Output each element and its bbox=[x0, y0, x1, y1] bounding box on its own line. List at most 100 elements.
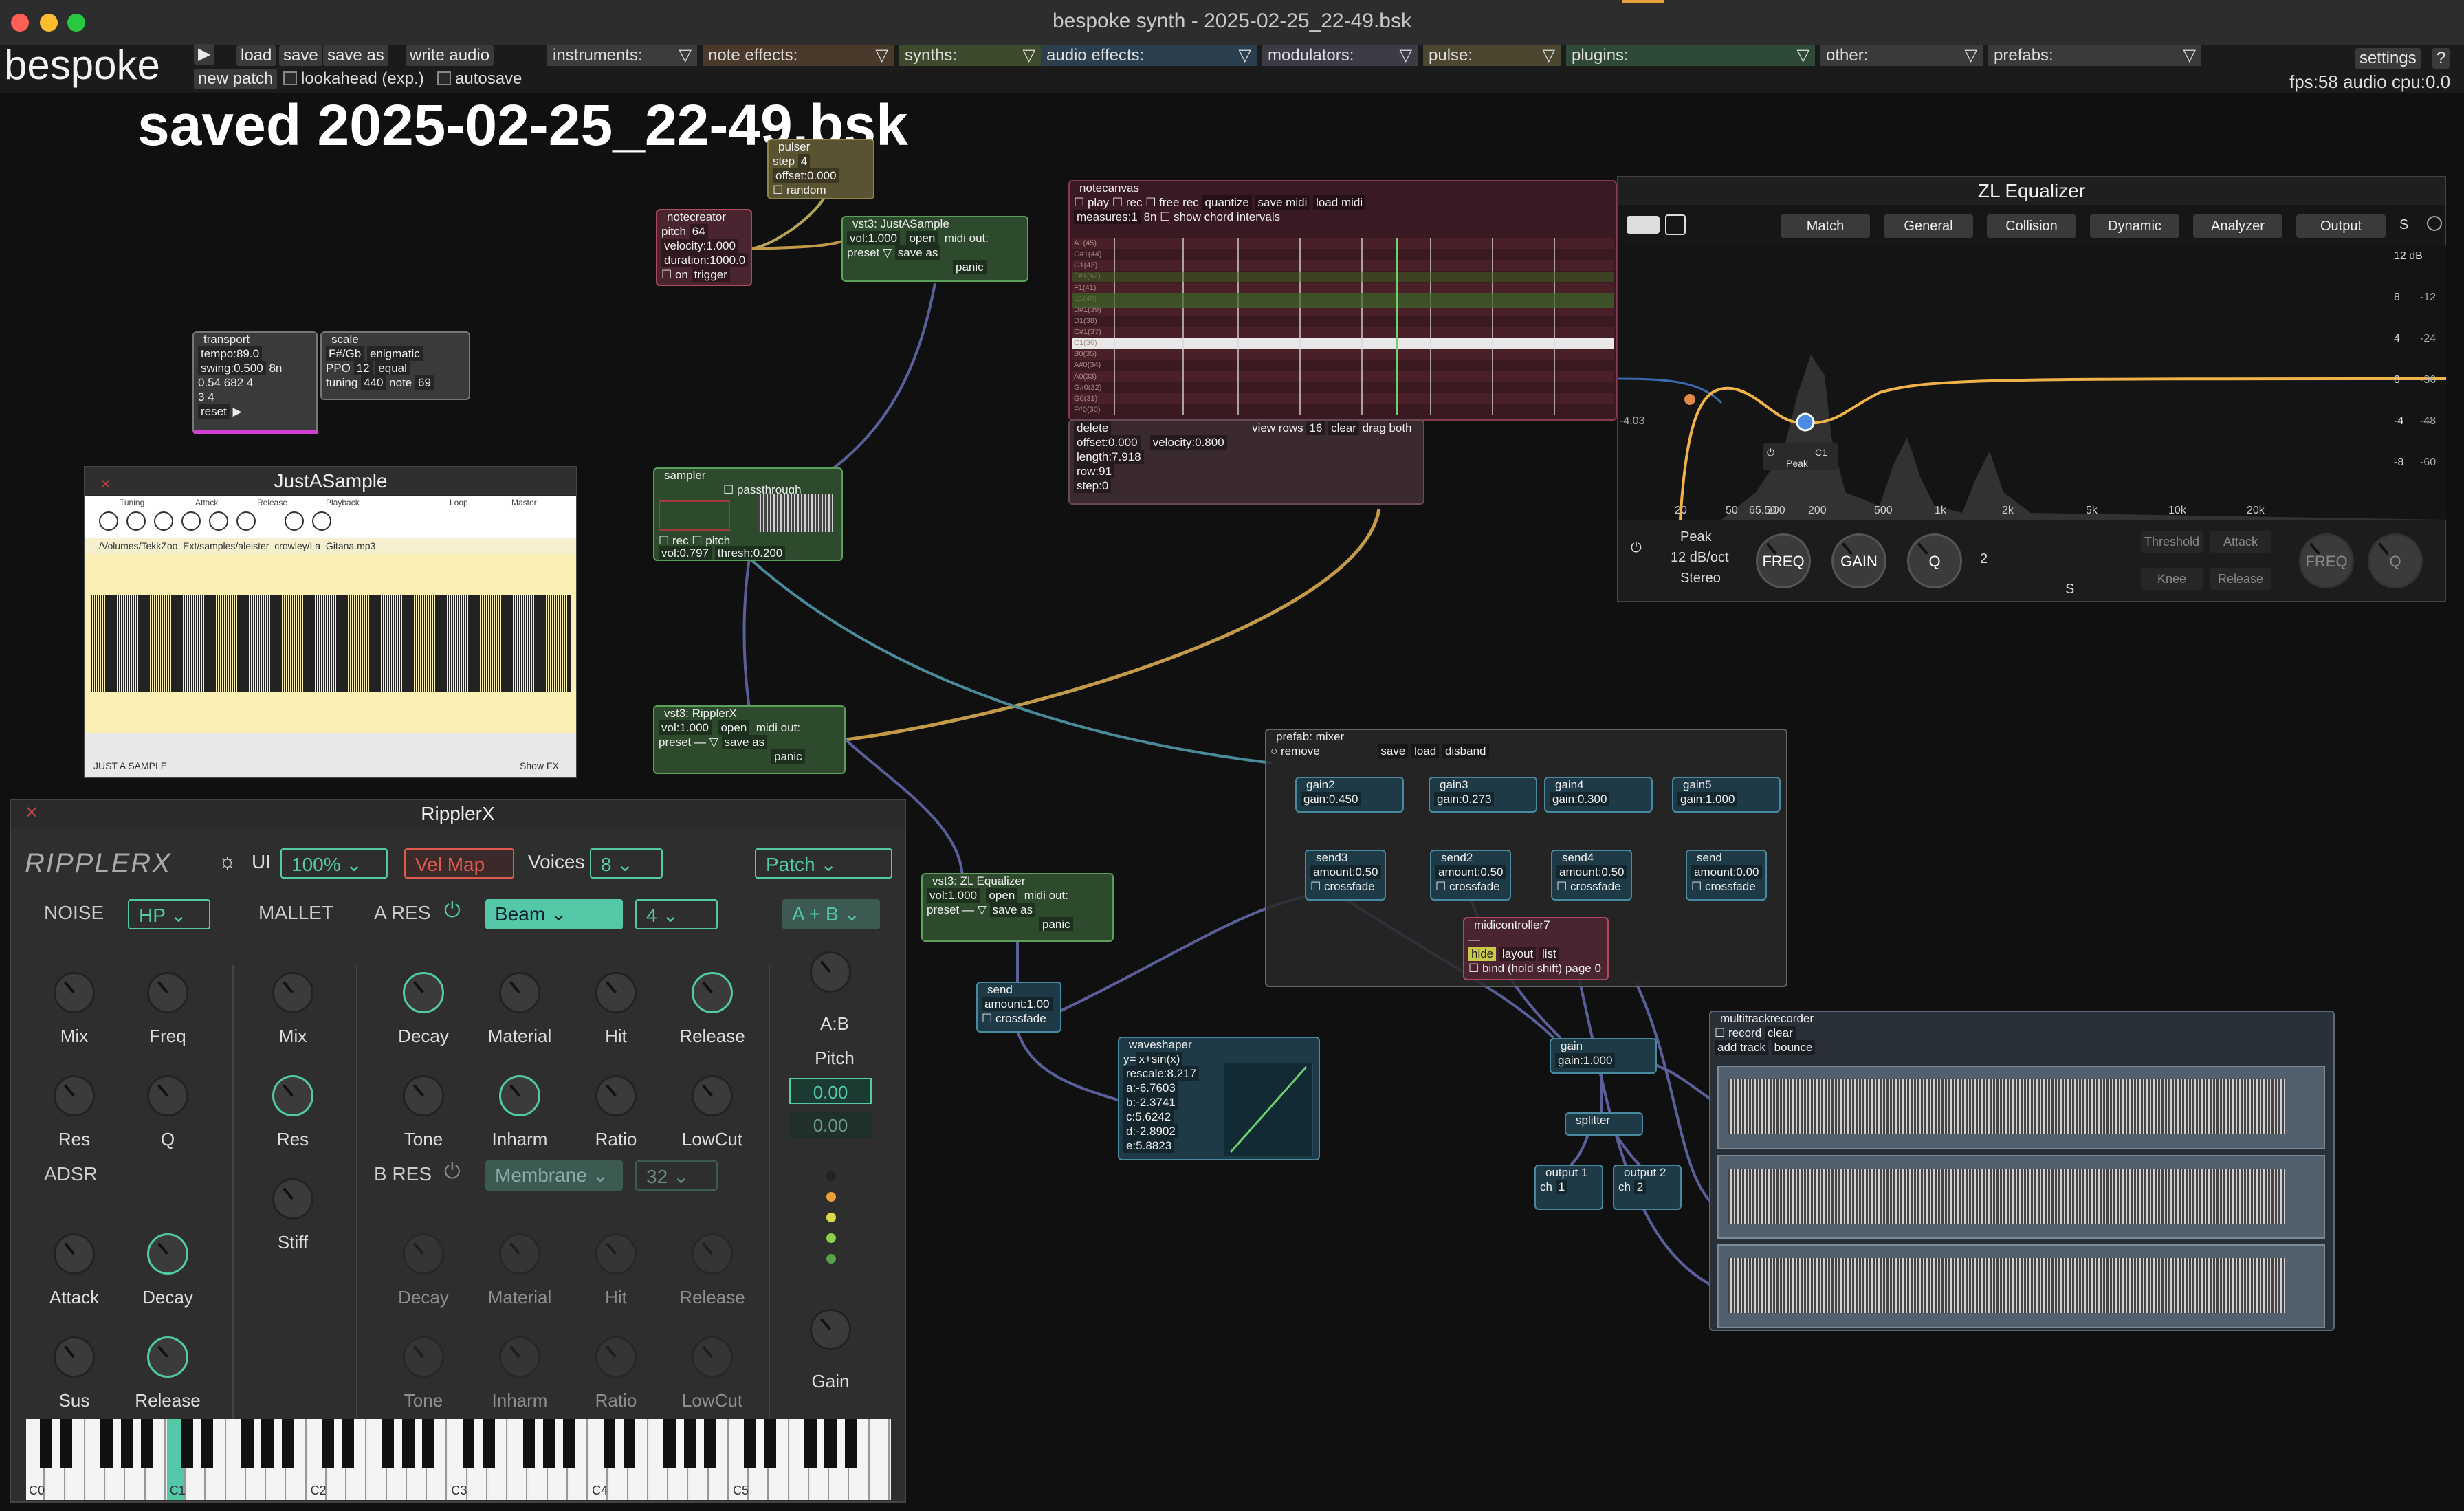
scale-tuning-select[interactable]: equal bbox=[375, 361, 410, 375]
jas-knob[interactable] bbox=[236, 511, 256, 531]
jas-knob[interactable] bbox=[209, 511, 228, 531]
send-module[interactable]: send amount:1.00 ☐ crossfade bbox=[976, 982, 1062, 1033]
mixer-disband-button[interactable]: disband bbox=[1442, 744, 1489, 758]
notecreator-on-checkbox[interactable]: on bbox=[675, 268, 688, 281]
mixer-send-amount-slider[interactable]: amount:0.50 bbox=[1556, 865, 1627, 879]
ripplerx-a-lowcut-knob[interactable] bbox=[692, 1075, 733, 1116]
piano-black-key[interactable] bbox=[483, 1419, 495, 1468]
jas-vol-slider[interactable]: vol:1.000 bbox=[847, 231, 900, 245]
mixer-send-3[interactable]: send4 amount:0.50 ☐ crossfade bbox=[1551, 850, 1632, 901]
ripplerx-noise-q-knob[interactable] bbox=[147, 1075, 188, 1116]
piano-black-key[interactable] bbox=[744, 1419, 756, 1468]
zleq-side-button[interactable]: S bbox=[2065, 582, 2074, 597]
nc-play-checkbox[interactable]: play bbox=[1088, 196, 1109, 209]
jas-midi-out[interactable]: midi out: bbox=[945, 232, 989, 245]
scale-root-select[interactable]: F#/Gb bbox=[326, 346, 364, 361]
nc-note[interactable] bbox=[1072, 293, 1614, 308]
ripplerx-adsr-attack-knob[interactable] bbox=[54, 1233, 95, 1275]
ripplerx-adsr-release-knob[interactable] bbox=[147, 1336, 188, 1378]
sampler-vol-slider[interactable]: vol:0.797 bbox=[659, 546, 712, 560]
ripplerx-b-inharm-knob[interactable] bbox=[499, 1336, 540, 1378]
gain-slider[interactable]: gain:1.000 bbox=[1555, 1053, 1616, 1068]
rx-preset-select[interactable]: — bbox=[694, 736, 706, 749]
jas-knob[interactable] bbox=[182, 511, 201, 531]
ripplerx-noise-mix-knob[interactable] bbox=[54, 972, 95, 1013]
ripplerx-b-ratio-knob[interactable] bbox=[595, 1336, 637, 1378]
ripplerx-pitch-a-field[interactable]: 0.00 bbox=[789, 1078, 872, 1104]
ripplerx-a-release-knob[interactable] bbox=[692, 972, 733, 1013]
midicontroller-page-select[interactable]: page 0 bbox=[1565, 962, 1601, 975]
nc-clear-button[interactable]: clear bbox=[1328, 421, 1359, 435]
ripplerx-b-model-select[interactable]: Membrane ⌄ bbox=[485, 1160, 623, 1191]
mixer-send-amount-slider[interactable]: amount:0.50 bbox=[1310, 865, 1381, 879]
gain-module[interactable]: gain gain:1.000 bbox=[1550, 1038, 1657, 1074]
zleq-slope[interactable]: 12 dB/oct bbox=[1671, 550, 1729, 566]
mixer-send-1[interactable]: send3 amount:0.50 ☐ crossfade bbox=[1305, 850, 1386, 901]
zleq-band-number[interactable]: 2 bbox=[1980, 551, 1988, 567]
jas-knob[interactable] bbox=[154, 511, 173, 531]
ripplerx-adsr-sus-knob[interactable] bbox=[54, 1336, 95, 1378]
waveshaper-rescale-slider[interactable]: rescale:8.217 bbox=[1123, 1066, 1200, 1081]
ripplerx-a-hit-knob[interactable] bbox=[595, 972, 637, 1013]
mixer-send-2[interactable]: send2 amount:0.50 ☐ crossfade bbox=[1430, 850, 1511, 901]
piano-black-key[interactable] bbox=[100, 1419, 113, 1468]
rx-panic-button[interactable]: panic bbox=[771, 749, 805, 764]
notecanvas-grid[interactable]: A1(45)G#1(44)G1(43)F#1(42)F1(41)E1(40)D#… bbox=[1072, 238, 1614, 415]
piano-black-key[interactable] bbox=[603, 1419, 616, 1468]
notecanvas-module[interactable]: notecanvas ☐ play ☐ rec ☐ free rec quant… bbox=[1068, 180, 1617, 421]
piano-black-key[interactable] bbox=[120, 1419, 133, 1468]
mixer-send-4[interactable]: send amount:0.00 ☐ crossfade bbox=[1686, 850, 1767, 901]
transport-play-icon[interactable]: ▶ bbox=[233, 405, 242, 418]
jas-knob[interactable] bbox=[99, 511, 118, 531]
recorder-track-3[interactable] bbox=[1717, 1244, 2325, 1328]
time-sig-top[interactable]: 4 bbox=[247, 376, 253, 389]
piano-black-key[interactable] bbox=[563, 1419, 575, 1468]
splitter-module[interactable]: splitter bbox=[1565, 1112, 1643, 1136]
nc-div-select[interactable]: 8n bbox=[1144, 210, 1157, 223]
mixer-remove-button[interactable]: remove bbox=[1281, 745, 1320, 758]
nc-step-slider[interactable]: step:0 bbox=[1074, 478, 1112, 493]
piano-black-key[interactable] bbox=[140, 1419, 153, 1468]
vst-justasample-module[interactable]: vst3: JustASample vol:1.000 open midi ou… bbox=[842, 216, 1028, 282]
zleq-vol-slider[interactable]: vol:1.000 bbox=[927, 888, 980, 903]
notecreator-velocity-slider[interactable]: velocity:1.000 bbox=[661, 239, 738, 253]
ripplerx-b-decay-knob[interactable] bbox=[403, 1233, 444, 1275]
mixer-load-button[interactable]: load bbox=[1411, 744, 1440, 758]
piano-black-key[interactable] bbox=[844, 1419, 857, 1468]
recorder-track-1[interactable] bbox=[1717, 1066, 2325, 1149]
midicontroller-layout-button[interactable]: layout bbox=[1499, 947, 1537, 961]
notecanvas-editor[interactable]: delete view rows 16 clear drag both offs… bbox=[1068, 419, 1424, 505]
nc-load-midi-button[interactable]: load midi bbox=[1313, 195, 1366, 210]
zleq-band-popup[interactable]: ⏻ C1 Peak bbox=[1763, 443, 1838, 470]
mixer-send-amount-slider[interactable]: amount:0.50 bbox=[1436, 865, 1506, 879]
nc-delete-button[interactable]: delete bbox=[1074, 421, 1112, 435]
ripplerx-gain-knob[interactable] bbox=[810, 1309, 851, 1350]
jas-knob[interactable] bbox=[285, 511, 304, 531]
recorder-record-checkbox[interactable]: record bbox=[1728, 1026, 1761, 1039]
zleq-panic-button[interactable]: panic bbox=[1040, 917, 1073, 931]
mixer-send-crossfade-checkbox[interactable]: crossfade bbox=[1705, 880, 1756, 893]
jas-save-as-button[interactable]: save as bbox=[894, 245, 941, 260]
waveshaper-module[interactable]: waveshaper y= x+sin(x) rescale:8.217 a:-6… bbox=[1118, 1037, 1320, 1160]
scale-ppo-field[interactable]: 12 bbox=[353, 361, 373, 375]
zleq-tab-collision[interactable]: Collision bbox=[1987, 214, 2076, 238]
justasample-close-icon[interactable]: ✕ bbox=[100, 477, 111, 492]
piano-white-key[interactable] bbox=[870, 1419, 890, 1500]
ripplerx-zoom-select[interactable]: 100% ⌄ bbox=[280, 848, 388, 879]
ripplerx-ab-mode-select[interactable]: A + B ⌄ bbox=[782, 899, 880, 929]
notecreator-pitch-field[interactable]: 64 bbox=[689, 224, 708, 239]
vst-zleq-module[interactable]: vst3: ZL Equalizer vol:1.000 open midi o… bbox=[921, 873, 1114, 942]
recorder-track-2[interactable] bbox=[1717, 1155, 2325, 1239]
ripplerx-a-material-knob[interactable] bbox=[499, 972, 540, 1013]
ripplerx-a-model-select[interactable]: Beam ⌄ bbox=[485, 899, 623, 929]
mixer-gain-slider[interactable]: gain:0.273 bbox=[1434, 792, 1495, 806]
output2-module[interactable]: output 2 ch 2 bbox=[1613, 1165, 1682, 1210]
output2-ch-select[interactable]: 2 bbox=[1634, 1180, 1647, 1194]
piano-black-key[interactable] bbox=[181, 1419, 193, 1468]
recorder-clear-button[interactable]: clear bbox=[1764, 1026, 1796, 1040]
vst-ripplerx-module[interactable]: vst3: RipplerX vol:1.000 open midi out: … bbox=[653, 705, 846, 774]
ripplerx-a-ratio-knob[interactable] bbox=[595, 1075, 637, 1116]
zleq-stereo-mode[interactable]: Stereo bbox=[1680, 571, 1721, 586]
nc-note[interactable] bbox=[1072, 272, 1614, 282]
justasample-show-fx-button[interactable]: Show FX bbox=[520, 760, 559, 771]
